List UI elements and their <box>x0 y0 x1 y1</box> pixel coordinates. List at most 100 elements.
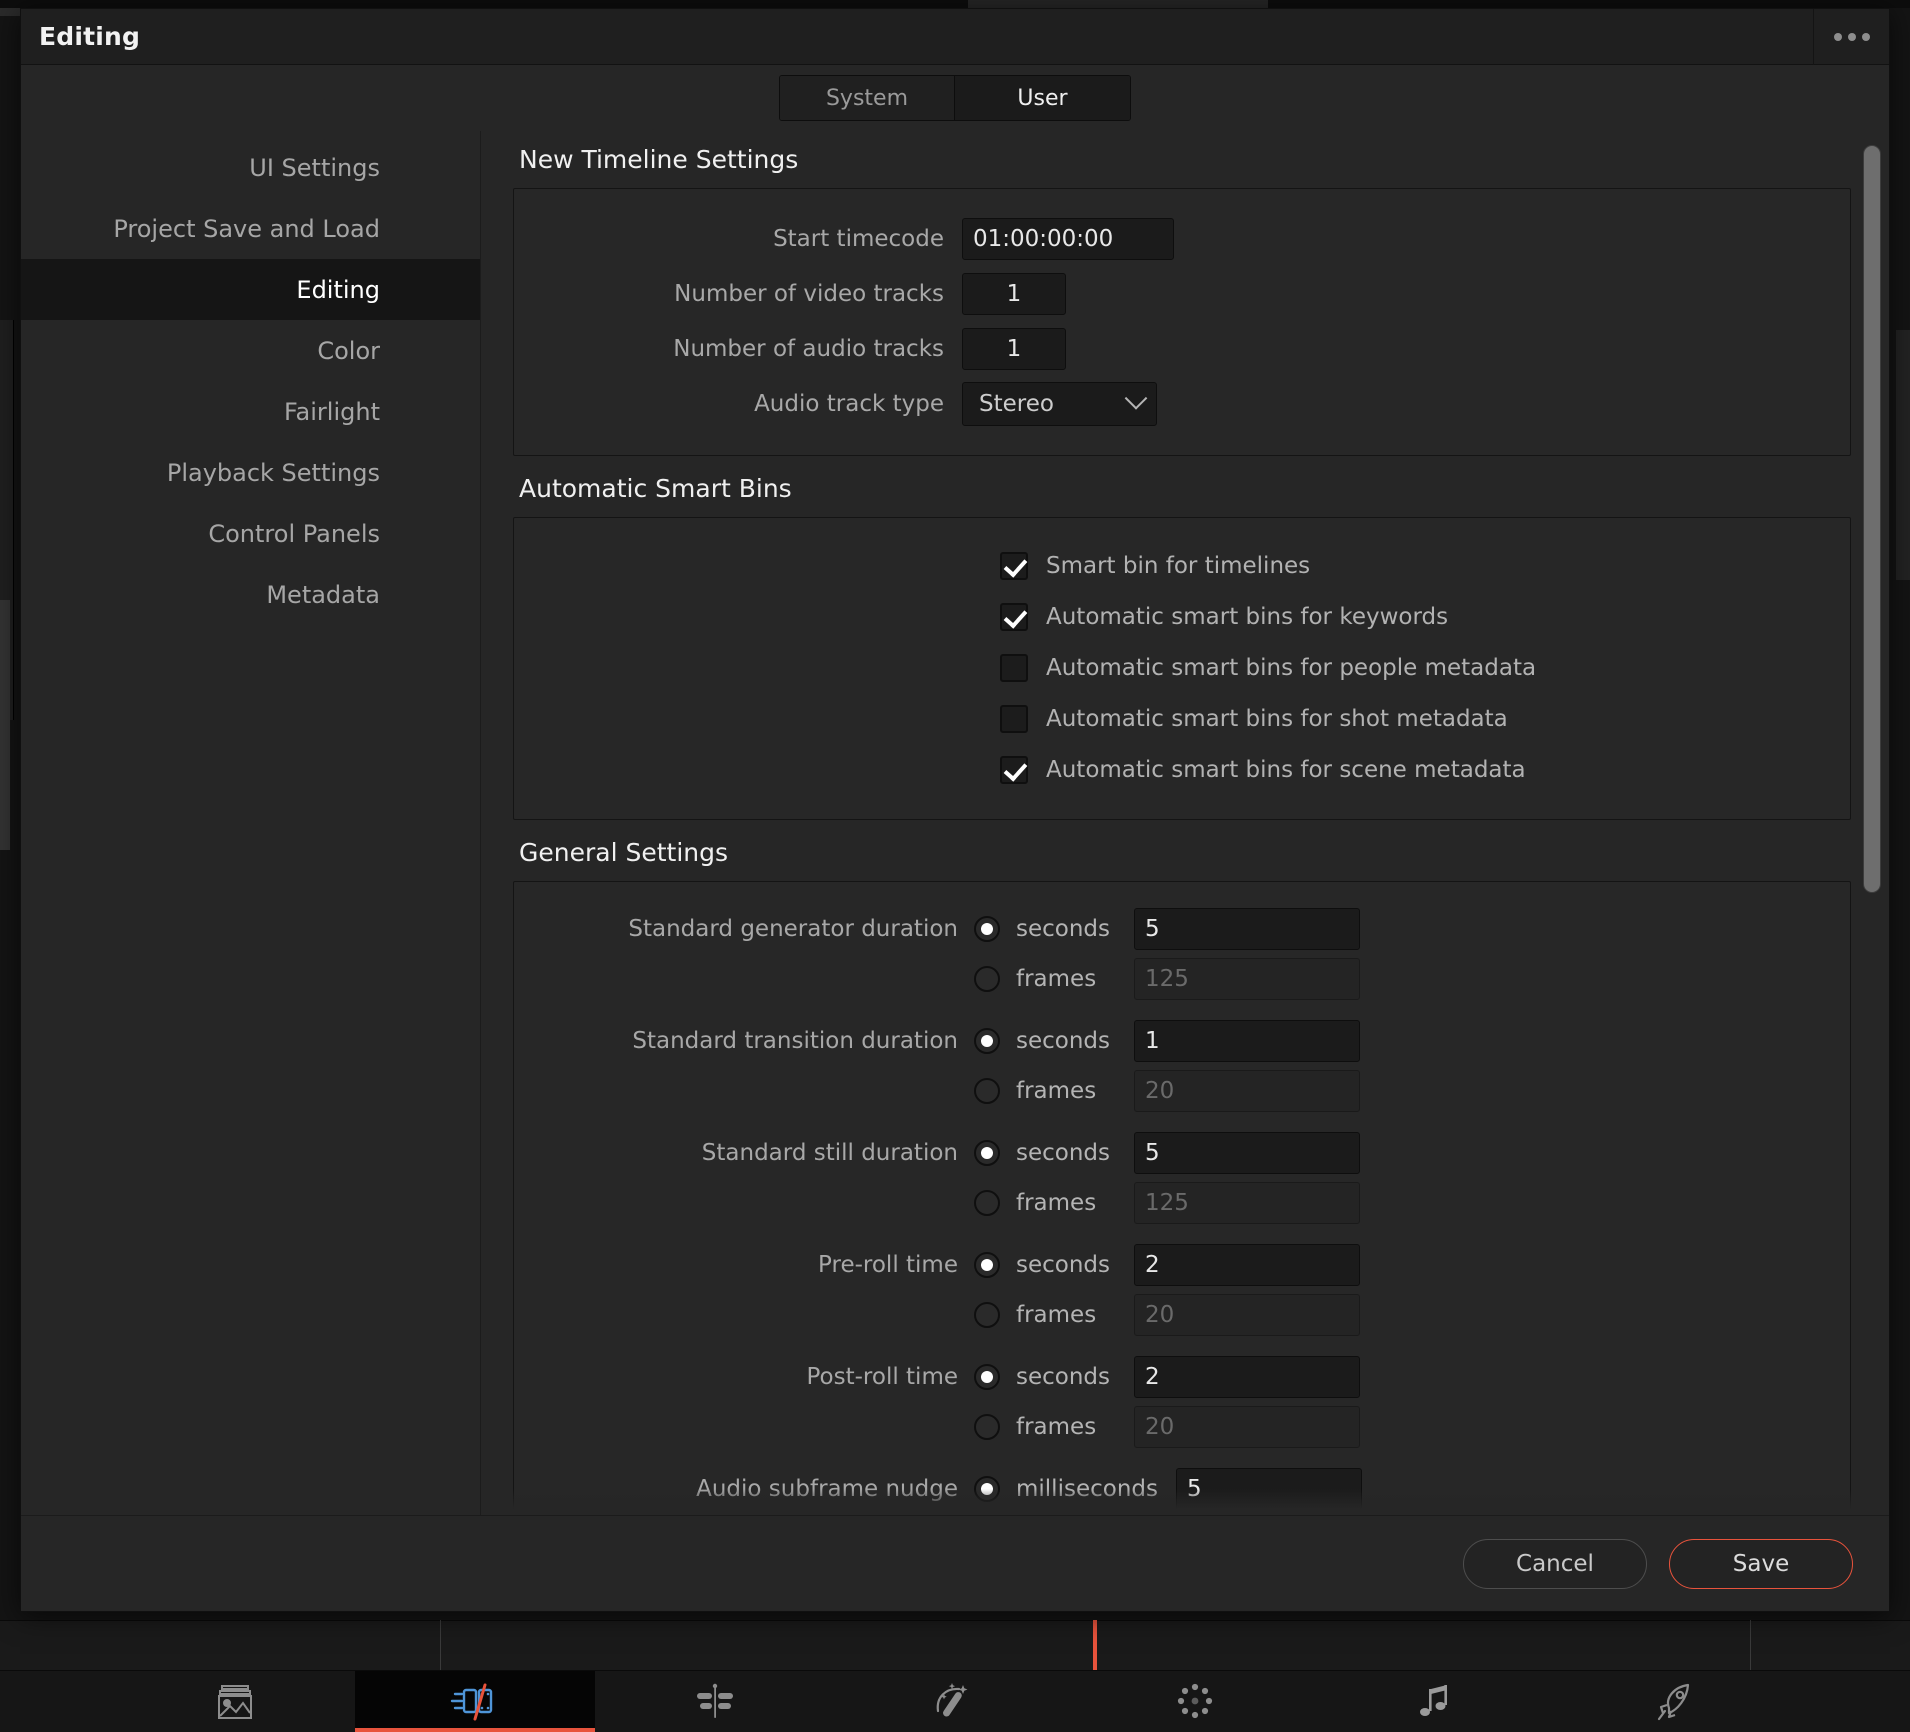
audio-track-type-select[interactable]: Stereo <box>962 381 1157 426</box>
audio-tracks-input[interactable] <box>962 327 1066 370</box>
row-standard-generator-duration-frames: frames <box>514 954 1850 1004</box>
checkbox-row[interactable]: Automatic smart bins for people metadata <box>514 642 1850 693</box>
tab-user-label: User <box>1017 85 1068 111</box>
preferences-dialog: Editing System User UI Settings Project … <box>20 8 1890 1612</box>
audio-subframe-nudge-input[interactable] <box>1176 1468 1362 1510</box>
start-timecode-input[interactable] <box>962 217 1174 260</box>
page-button-fusion[interactable] <box>835 1671 1075 1732</box>
bg-top-strip <box>0 0 1910 8</box>
sidebar-item-color[interactable]: Color <box>21 320 480 381</box>
checkbox-smart-bins-shot-metadata[interactable] <box>1000 704 1028 733</box>
checkbox-smart-bins-scene-metadata[interactable] <box>1000 755 1028 784</box>
page-button-color[interactable] <box>1075 1671 1315 1732</box>
post-roll-seconds-input[interactable] <box>1134 1356 1360 1398</box>
row-standard-transition-duration-frames: frames <box>514 1066 1850 1116</box>
dialog-footer: Cancel Save <box>21 1515 1889 1611</box>
unit-label: seconds <box>1016 1140 1111 1166</box>
unit-label: seconds <box>1016 916 1111 942</box>
pre-roll-seconds-input[interactable] <box>1134 1244 1360 1286</box>
post-roll-time-label: Post-roll time <box>806 1364 959 1390</box>
settings-content: New Timeline Settings Start timecode Num… <box>481 131 1861 1515</box>
checkbox-row[interactable]: Automatic smart bins for scene metadata <box>514 744 1850 795</box>
color-icon <box>1173 1680 1217 1724</box>
radio-transition-seconds[interactable] <box>974 1028 1000 1054</box>
tab-user[interactable]: User <box>955 76 1130 120</box>
checkbox-smart-bins-people-metadata[interactable] <box>1000 653 1028 682</box>
scrollbar-thumb[interactable] <box>1863 145 1881 893</box>
sidebar-item-label: Playback Settings <box>166 458 380 487</box>
settings-scrollbar[interactable] <box>1861 137 1883 1509</box>
sidebar-item-fairlight[interactable]: Fairlight <box>21 381 480 442</box>
page-button-cut[interactable] <box>595 1671 835 1732</box>
row-post-roll-time-frames: frames <box>514 1402 1850 1452</box>
transition-duration-seconds-input[interactable] <box>1134 1020 1360 1062</box>
cut-icon <box>691 1682 739 1722</box>
sidebar-item-control-panels[interactable]: Control Panels <box>21 503 480 564</box>
radio-postroll-seconds[interactable] <box>974 1364 1000 1390</box>
save-button-label: Save <box>1732 1550 1790 1577</box>
dialog-body: UI Settings Project Save and Load Editin… <box>21 131 1889 1515</box>
row-audio-tracks: Number of audio tracks <box>514 321 1850 376</box>
generator-duration-frames-input[interactable] <box>1134 958 1360 1000</box>
sidebar-item-ui-settings[interactable]: UI Settings <box>21 137 480 198</box>
tab-system[interactable]: System <box>780 76 955 120</box>
pre-roll-frames-input[interactable] <box>1134 1294 1360 1336</box>
checkbox-label: Automatic smart bins for people metadata <box>1046 654 1537 681</box>
unit-label: milliseconds <box>1016 1476 1158 1502</box>
checkbox-row[interactable]: Automatic smart bins for keywords <box>514 591 1850 642</box>
sidebar-item-editing[interactable]: Editing <box>21 259 480 320</box>
checkbox-smart-bins-keywords[interactable] <box>1000 602 1028 631</box>
row-audio-subframe-nudge: Audio subframe nudge milliseconds <box>514 1464 1850 1514</box>
page-button-edit[interactable] <box>355 1671 595 1732</box>
sidebar-item-label: Fairlight <box>283 397 380 426</box>
dialog-titlebar: Editing <box>21 9 1889 65</box>
sidebar-item-project-save-and-load[interactable]: Project Save and Load <box>21 198 480 259</box>
checkbox-smart-bin-for-timelines[interactable] <box>1000 551 1028 580</box>
radio-postroll-frames[interactable] <box>974 1414 1000 1440</box>
still-duration-seconds-input[interactable] <box>1134 1132 1360 1174</box>
cancel-button[interactable]: Cancel <box>1463 1538 1647 1589</box>
page-button-media[interactable] <box>115 1671 355 1732</box>
save-button[interactable]: Save <box>1669 1538 1853 1589</box>
video-tracks-label: Number of video tracks <box>674 280 944 307</box>
sidebar: UI Settings Project Save and Load Editin… <box>21 131 481 1515</box>
timeline-divider-right <box>1750 1620 1751 1670</box>
edit-icon <box>447 1681 503 1723</box>
row-standard-still-duration-frames: frames <box>514 1178 1850 1228</box>
row-video-tracks: Number of video tracks <box>514 266 1850 321</box>
post-roll-frames-input[interactable] <box>1134 1406 1360 1448</box>
checkbox-row[interactable]: Automatic smart bins for shot metadata <box>514 693 1850 744</box>
unit-label: frames <box>1016 966 1097 992</box>
page-button-fairlight[interactable] <box>1315 1671 1555 1732</box>
radio-still-frames[interactable] <box>974 1190 1000 1216</box>
checkbox-row[interactable]: Smart bin for timelines <box>514 540 1850 591</box>
transition-duration-frames-input[interactable] <box>1134 1070 1360 1112</box>
video-tracks-input[interactable] <box>962 272 1066 315</box>
radio-subframe-milliseconds[interactable] <box>974 1476 1000 1502</box>
sidebar-item-label: Color <box>317 336 380 365</box>
radio-still-seconds[interactable] <box>974 1140 1000 1166</box>
sidebar-item-playback-settings[interactable]: Playback Settings <box>21 442 480 503</box>
sidebar-item-label: Metadata <box>266 580 380 609</box>
checkbox-label: Automatic smart bins for scene metadata <box>1046 756 1526 783</box>
radio-preroll-frames[interactable] <box>974 1302 1000 1328</box>
row-pre-roll-time-seconds: Pre-roll time seconds <box>514 1240 1850 1290</box>
timeline-divider-left <box>440 1620 441 1670</box>
cancel-button-label: Cancel <box>1516 1550 1594 1577</box>
page-button-deliver[interactable] <box>1555 1671 1795 1732</box>
radio-generator-seconds[interactable] <box>974 916 1000 942</box>
deliver-icon <box>1652 1680 1698 1724</box>
ellipsis-icon[interactable] <box>1813 9 1889 65</box>
sidebar-item-metadata[interactable]: Metadata <box>21 564 480 625</box>
standard-still-duration-label: Standard still duration <box>701 1140 958 1166</box>
tab-bar: System User <box>21 65 1889 131</box>
tab-system-label: System <box>825 85 909 111</box>
generator-duration-seconds-input[interactable] <box>1134 908 1360 950</box>
row-audio-track-type: Audio track type Stereo <box>514 376 1850 431</box>
radio-generator-frames[interactable] <box>974 966 1000 992</box>
unit-label: frames <box>1016 1414 1097 1440</box>
radio-preroll-seconds[interactable] <box>974 1252 1000 1278</box>
still-duration-frames-input[interactable] <box>1134 1182 1360 1224</box>
standard-generator-duration-label: Standard generator duration <box>628 916 958 942</box>
radio-transition-frames[interactable] <box>974 1078 1000 1104</box>
